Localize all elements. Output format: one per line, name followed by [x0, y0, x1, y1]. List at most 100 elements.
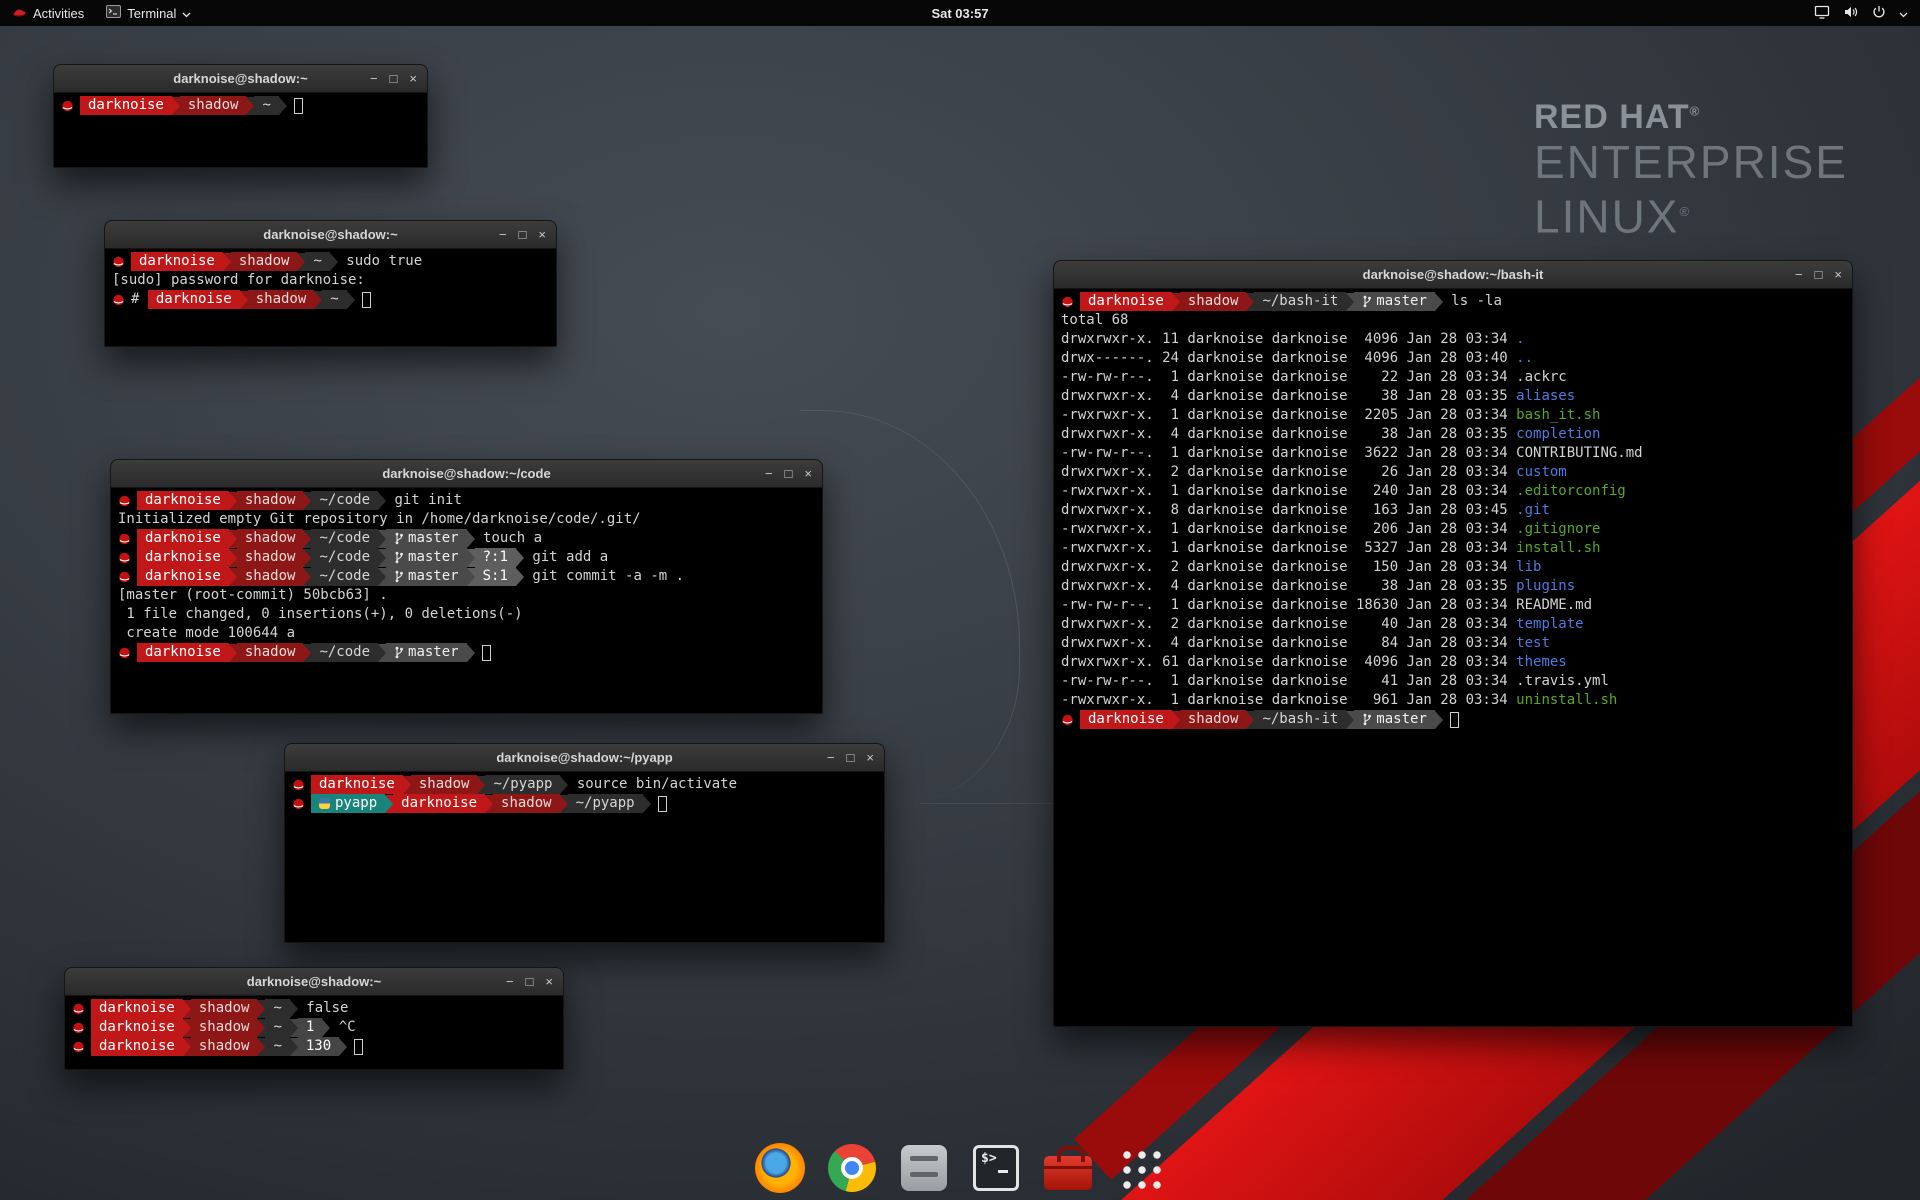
terminal-window-sudo[interactable]: darknoise@shadow:~ −□× darknoiseshadow~ … — [104, 220, 557, 347]
prompt-segment-host: shadow — [237, 567, 304, 586]
close-button[interactable]: × — [804, 466, 812, 481]
terminal-line: drwxrwxr-x. 4 darknoise darknoise 38 Jan… — [1061, 425, 1845, 444]
terminal-line: darknoiseshadow~ — [61, 96, 420, 115]
terminal-content[interactable]: darknoiseshadow~ sudo true[sudo] passwor… — [105, 249, 556, 312]
prompt-redhat-icon — [118, 552, 131, 564]
terminal-line: Initialized empty Git repository in /hom… — [118, 510, 815, 529]
terminal-line: -rw-rw-r--. 1 darknoise darknoise 41 Jan… — [1061, 672, 1845, 691]
terminal-content[interactable]: darknoiseshadow~/code git initInitialize… — [111, 488, 822, 665]
maximize-button[interactable]: □ — [847, 750, 855, 765]
minimize-button[interactable]: − — [765, 466, 773, 481]
powerline-separator — [183, 1019, 191, 1037]
terminal-line: create mode 100644 a — [118, 624, 815, 643]
prompt-segment-status: ?:1 — [475, 548, 516, 567]
segment-label: shadow — [199, 1037, 250, 1056]
minimize-button[interactable]: − — [1795, 267, 1803, 282]
segment-label: shadow — [239, 252, 290, 271]
powerline-separator — [322, 1019, 330, 1037]
prompt-segment-path: ~/code — [311, 548, 378, 567]
powerline-separator — [330, 253, 338, 271]
terminal-window-code[interactable]: darknoise@shadow:~/code −□× darknoisesha… — [110, 459, 823, 714]
segment-label: darknoise — [156, 290, 232, 309]
terminal-icon[interactable] — [969, 1141, 1023, 1195]
window-titlebar[interactable]: darknoise@shadow:~ −□× — [105, 221, 556, 249]
prompt-segment-user: darknoise — [91, 1037, 183, 1056]
terminal-text: custom — [1516, 463, 1567, 482]
close-button[interactable]: × — [409, 71, 417, 86]
minimize-button[interactable]: − — [827, 750, 835, 765]
terminal-window-home-1[interactable]: darknoise@shadow:~ −□× darknoiseshadow~ — [53, 64, 428, 168]
powerline-separator — [229, 644, 237, 662]
segment-label: ~/code — [319, 548, 370, 567]
segment-label: ~/code — [319, 491, 370, 510]
powerline-separator — [1246, 711, 1254, 729]
powerline-separator — [403, 776, 411, 794]
prompt-segment-user: darknoise — [148, 290, 240, 309]
terminal-app-icon — [106, 5, 121, 21]
powerline-separator — [297, 253, 305, 271]
prompt-segment-host: shadow — [191, 999, 258, 1018]
powerline-separator — [229, 530, 237, 548]
firefox-icon[interactable] — [753, 1141, 807, 1195]
window-titlebar[interactable]: darknoise@shadow:~ −□× — [54, 65, 427, 93]
terminal-text: source bin/activate — [568, 775, 737, 794]
terminal-content[interactable]: darknoiseshadow~/bash-itmaster ls -latot… — [1054, 289, 1852, 732]
powerline-separator — [467, 549, 475, 567]
terminal-text: -rwxrwxr-x. 1 darknoise darknoise 2205 J… — [1061, 406, 1516, 425]
close-button[interactable]: × — [538, 227, 546, 242]
app-menu[interactable]: Terminal — [95, 0, 202, 26]
system-status-area[interactable] — [1808, 0, 1914, 26]
segment-label: ~ — [330, 290, 338, 309]
terminal-text: drwxrwxr-x. 8 darknoise darknoise 163 Ja… — [1061, 501, 1516, 520]
powerline-separator — [290, 1000, 298, 1018]
segment-label: darknoise — [139, 252, 215, 271]
terminal-text: false — [298, 999, 349, 1018]
window-titlebar[interactable]: darknoise@shadow:~/bash-it −□× — [1054, 261, 1852, 289]
files-icon[interactable] — [897, 1141, 951, 1195]
window-titlebar[interactable]: darknoise@shadow:~/pyapp −□× — [285, 744, 884, 772]
terminal-window-home-2[interactable]: darknoise@shadow:~ −□× darknoiseshadow~ … — [64, 967, 564, 1070]
window-titlebar[interactable]: darknoise@shadow:~/code −□× — [111, 460, 822, 488]
prompt-redhat-icon — [292, 779, 305, 791]
terminal-text: drwxrwxr-x. 61 darknoise darknoise 4096 … — [1061, 653, 1516, 672]
terminal-content[interactable]: darknoiseshadow~ falsedarknoiseshadow~1 … — [65, 996, 563, 1059]
maximize-button[interactable]: □ — [519, 227, 527, 242]
app-grid-icon[interactable] — [1113, 1141, 1167, 1195]
maximize-button[interactable]: □ — [390, 71, 398, 86]
close-button[interactable]: × — [866, 750, 874, 765]
prompt-segment-git: master — [386, 529, 467, 548]
terminal-text: -rw-rw-r--. 1 darknoise darknoise 18630 … — [1061, 596, 1516, 615]
activities-button[interactable]: Activities — [0, 0, 95, 26]
toolbox-icon[interactable] — [1041, 1141, 1095, 1195]
window-titlebar[interactable]: darknoise@shadow:~ −□× — [65, 968, 563, 996]
terminal-content[interactable]: darknoiseshadow~ — [54, 93, 427, 118]
segment-label: shadow — [245, 548, 296, 567]
terminal-text: -rwxrwxr-x. 1 darknoise darknoise 5327 J… — [1061, 539, 1516, 558]
close-button[interactable]: × — [545, 974, 553, 989]
maximize-button[interactable]: □ — [1815, 267, 1823, 282]
maximize-button[interactable]: □ — [785, 466, 793, 481]
powerline-separator — [339, 1038, 347, 1056]
terminal-text: drwxrwxr-x. 4 darknoise darknoise 38 Jan… — [1061, 425, 1516, 444]
terminal-text: completion — [1516, 425, 1600, 444]
terminal-window-bash-it[interactable]: darknoise@shadow:~/bash-it −□× darknoise… — [1053, 260, 1853, 1027]
prompt-segment-path: ~ — [265, 1018, 289, 1037]
brand-linux: LINUX® — [1534, 187, 1848, 241]
terminal-text: -rwxrwxr-x. 1 darknoise darknoise 240 Ja… — [1061, 482, 1516, 501]
top-bar: Activities Terminal Sat 03:57 — [0, 0, 1920, 26]
chrome-icon[interactable] — [825, 1141, 879, 1195]
terminal-window-pyapp[interactable]: darknoise@shadow:~/pyapp −□× darknoisesh… — [284, 743, 885, 943]
minimize-button[interactable]: − — [370, 71, 378, 86]
terminal-text: bash_it.sh — [1516, 406, 1600, 425]
powerline-separator — [1346, 711, 1354, 729]
close-button[interactable]: × — [1834, 267, 1842, 282]
minimize-button[interactable]: − — [499, 227, 507, 242]
prompt-segment-path: ~/bash-it — [1254, 710, 1346, 729]
segment-label: darknoise — [145, 491, 221, 510]
terminal-content[interactable]: darknoiseshadow~/pyapp source bin/activa… — [285, 772, 884, 816]
terminal-cursor — [362, 292, 371, 308]
minimize-button[interactable]: − — [506, 974, 514, 989]
powerline-separator — [303, 492, 311, 510]
maximize-button[interactable]: □ — [526, 974, 534, 989]
clock[interactable]: Sat 03:57 — [931, 6, 988, 21]
